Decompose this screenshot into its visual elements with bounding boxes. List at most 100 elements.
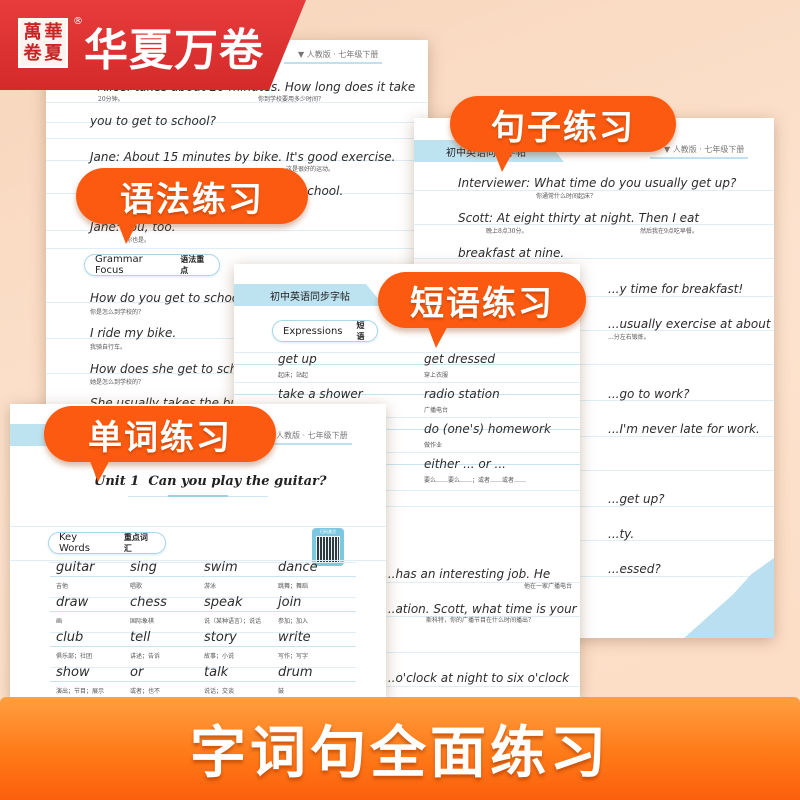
phrase-3: take a shower	[278, 387, 363, 401]
phrase-2: get dressed	[424, 352, 495, 366]
brush-decoration	[684, 558, 774, 638]
focus-line-1: How do you get to school?	[90, 291, 249, 305]
reading-line-2-cn: 斯科特，你的广播节目在什么时间播出？	[426, 617, 535, 624]
badge-grammar-text: 语法练习	[120, 179, 264, 220]
phrase-6-cn: 要么……要么……；或者……或者……	[424, 477, 527, 484]
focus-line-3-cn: 她是怎么到学校的？	[90, 379, 145, 386]
key-word-cn: 讲述；告诉	[130, 653, 161, 660]
badge-word: 单词练习	[44, 406, 276, 482]
expressions-cn: 短语	[356, 321, 365, 341]
grammar-line-3: Jane: About 15 minutes by bike. It's goo…	[90, 150, 396, 164]
series-title: 初中英语同步字帖	[270, 292, 350, 303]
unit-title: Unit 1 Can you play the guitar?	[94, 474, 327, 489]
slogan-text: 字词句全面练习	[190, 721, 610, 786]
key-word: guitar	[56, 560, 95, 575]
phrase-5-cn: 做作业	[424, 442, 443, 449]
grammar-focus-cn: 语法重点	[180, 255, 205, 275]
grammar-focus-pill: Grammar Focus 语法重点	[84, 254, 220, 276]
badge-phrase-text: 短语练习	[410, 283, 554, 324]
key-word: drum	[278, 665, 313, 680]
key-word: tell	[130, 630, 151, 645]
sentence-line-6: ...go to work?	[608, 387, 690, 401]
key-word-cn: 写作；写字	[278, 653, 309, 660]
key-word: story	[204, 630, 237, 645]
edition-tag: ▼ 人教版 · 七年级下册	[649, 145, 749, 159]
key-word-cn: 游泳	[204, 583, 217, 590]
sentence-line-3: breakfast at nine.	[458, 246, 565, 260]
slogan-bar: 字词句全面练习	[0, 697, 800, 800]
seal-char: 卷	[23, 43, 42, 64]
phrase-4-cn: 广播电台	[424, 407, 449, 414]
badge-phrase: 短语练习	[378, 272, 586, 348]
key-word-cn: 画	[56, 618, 63, 625]
sentence-line-5-cn: ...分左右锻炼。	[608, 334, 650, 341]
key-word-cn: 吉他	[56, 583, 69, 590]
key-word-cn: 说话；交谈	[204, 688, 235, 695]
grammar-line-1-cn-left: 20分钟。	[98, 96, 124, 103]
focus-line-2-cn: 我骑自行车。	[90, 344, 127, 351]
key-word: or	[130, 665, 144, 680]
key-word-cn: 说（某种语言）；说话	[204, 618, 262, 625]
series-header: 初中英语同步字帖	[234, 284, 384, 306]
phrase-1-cn: 起床；站起	[278, 372, 309, 379]
reading-line-1: ...has an interesting job. He	[384, 567, 551, 581]
brand-seal-logo: 萬 華 卷 夏	[18, 18, 68, 68]
phrase-1: get up	[278, 352, 317, 366]
sentence-line-1: Interviewer: What time do you usually ge…	[458, 176, 737, 190]
phrase-6: either ... or ...	[424, 457, 506, 471]
seal-char: 夏	[44, 43, 63, 64]
focus-line-1-cn: 你是怎么到学校的？	[90, 309, 145, 316]
grammar-line-1-cn-right: 你到学校要用多少时间？	[258, 96, 325, 103]
expressions-label: Expressions	[283, 325, 343, 337]
key-word-cn: 鼓	[278, 688, 285, 695]
reading-line-1-cn-right: 他在一家广播电台	[524, 583, 573, 590]
registered-mark: ®	[73, 16, 83, 27]
phrase-5: do (one's) homework	[424, 422, 551, 436]
key-word: swim	[204, 560, 238, 575]
reading-line-2: ...ation. Scott, what time is your	[384, 602, 577, 616]
key-word: chess	[130, 595, 167, 610]
sentence-line-2-cn-right: 然后我在9点吃早餐。	[640, 228, 698, 235]
sentence-line-10: ...essed?	[608, 562, 661, 576]
key-word: write	[278, 630, 311, 645]
sentence-line-4: ...y time for breakfast!	[608, 282, 744, 296]
expressions-pill: Expressions 短语	[272, 320, 378, 342]
key-word-cn: 跳舞；舞蹈	[278, 583, 309, 590]
key-word: show	[56, 665, 90, 680]
sentence-line-1-cn: 你通常什么时间起床？	[536, 193, 597, 200]
key-word-cn: 演出；节目；展示	[56, 688, 105, 695]
key-word-cn: 故事；小说	[204, 653, 235, 660]
phrase-4: radio station	[424, 387, 500, 401]
brand-name: 华夏万卷	[84, 25, 264, 76]
key-words-cn: 重点词汇	[123, 533, 148, 553]
key-words-label: Key Words	[59, 532, 90, 554]
reading-line-3: ...o'clock at night to six o'clock	[384, 671, 570, 685]
focus-line-2: I ride my bike.	[90, 326, 177, 340]
badge-sentence: 句子练习	[450, 96, 676, 172]
seal-char: 華	[44, 22, 63, 43]
key-word-cn: 唱歌	[130, 583, 143, 590]
key-word: speak	[204, 595, 243, 610]
key-word-cn: 俱乐部；社团	[56, 653, 93, 660]
sentence-line-9: ...ty.	[608, 527, 635, 541]
key-word: dance	[278, 560, 318, 575]
grammar-focus-label: Grammar Focus	[95, 254, 143, 276]
grammar-line-2: you to get to school?	[90, 114, 216, 128]
key-word: sing	[130, 560, 157, 575]
sentence-line-8: ...get up?	[608, 492, 665, 506]
key-word-cn: 国际象棋	[130, 618, 155, 625]
sentence-line-5: ...usually exercise at about	[608, 317, 771, 331]
badge-word-text: 单词练习	[88, 417, 232, 458]
brand-banner: 萬 華 卷 夏 ® 华夏万卷	[0, 0, 306, 90]
seal-char: 萬	[23, 22, 42, 43]
sentence-line-7: ...I'm never late for work.	[608, 422, 760, 436]
qr-label: 扫码激活	[320, 529, 336, 534]
key-word-cn: 或者；也不	[130, 688, 161, 695]
sentence-line-2-cn-left: 晚上8点30分。	[486, 228, 528, 235]
key-word: talk	[204, 665, 229, 680]
key-word: draw	[56, 595, 89, 610]
sentence-line-2: Scott: At eight thirty at night. Then I …	[458, 211, 700, 225]
key-words-pill: Key Words 重点词汇	[48, 532, 166, 554]
key-word-cn: 参加；加入	[278, 618, 309, 625]
key-word: join	[278, 595, 302, 610]
